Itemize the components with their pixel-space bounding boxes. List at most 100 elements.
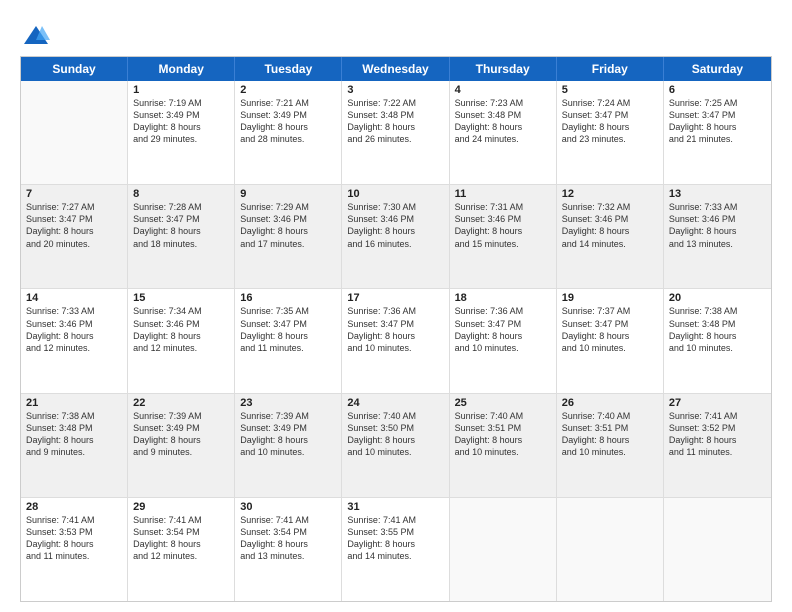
day-info: Sunrise: 7:33 AM Sunset: 3:46 PM Dayligh… (26, 305, 122, 354)
cal-header-monday: Monday (128, 57, 235, 81)
day-number: 24 (347, 397, 443, 409)
cal-week-1: 1Sunrise: 7:19 AM Sunset: 3:49 PM Daylig… (21, 81, 771, 185)
day-info: Sunrise: 7:34 AM Sunset: 3:46 PM Dayligh… (133, 305, 229, 354)
day-number: 23 (240, 397, 336, 409)
cal-cell (664, 498, 771, 601)
day-number: 7 (26, 188, 122, 200)
cal-cell: 31Sunrise: 7:41 AM Sunset: 3:55 PM Dayli… (342, 498, 449, 601)
cal-header-tuesday: Tuesday (235, 57, 342, 81)
day-info: Sunrise: 7:21 AM Sunset: 3:49 PM Dayligh… (240, 97, 336, 146)
day-info: Sunrise: 7:39 AM Sunset: 3:49 PM Dayligh… (133, 410, 229, 459)
day-number: 16 (240, 292, 336, 304)
day-info: Sunrise: 7:41 AM Sunset: 3:53 PM Dayligh… (26, 514, 122, 563)
day-info: Sunrise: 7:41 AM Sunset: 3:55 PM Dayligh… (347, 514, 443, 563)
cal-week-4: 21Sunrise: 7:38 AM Sunset: 3:48 PM Dayli… (21, 394, 771, 498)
day-info: Sunrise: 7:29 AM Sunset: 3:46 PM Dayligh… (240, 201, 336, 250)
cal-cell: 20Sunrise: 7:38 AM Sunset: 3:48 PM Dayli… (664, 289, 771, 392)
day-number: 25 (455, 397, 551, 409)
calendar-body: 1Sunrise: 7:19 AM Sunset: 3:49 PM Daylig… (21, 81, 771, 601)
day-info: Sunrise: 7:41 AM Sunset: 3:52 PM Dayligh… (669, 410, 766, 459)
day-number: 6 (669, 84, 766, 96)
cal-header-friday: Friday (557, 57, 664, 81)
cal-cell: 2Sunrise: 7:21 AM Sunset: 3:49 PM Daylig… (235, 81, 342, 184)
day-number: 18 (455, 292, 551, 304)
day-number: 20 (669, 292, 766, 304)
cal-week-5: 28Sunrise: 7:41 AM Sunset: 3:53 PM Dayli… (21, 498, 771, 601)
day-info: Sunrise: 7:38 AM Sunset: 3:48 PM Dayligh… (669, 305, 766, 354)
day-info: Sunrise: 7:30 AM Sunset: 3:46 PM Dayligh… (347, 201, 443, 250)
cal-cell: 8Sunrise: 7:28 AM Sunset: 3:47 PM Daylig… (128, 185, 235, 288)
day-number: 3 (347, 84, 443, 96)
cal-cell: 1Sunrise: 7:19 AM Sunset: 3:49 PM Daylig… (128, 81, 235, 184)
cal-header-sunday: Sunday (21, 57, 128, 81)
day-number: 21 (26, 397, 122, 409)
day-number: 10 (347, 188, 443, 200)
cal-cell: 15Sunrise: 7:34 AM Sunset: 3:46 PM Dayli… (128, 289, 235, 392)
logo (20, 22, 50, 50)
day-info: Sunrise: 7:25 AM Sunset: 3:47 PM Dayligh… (669, 97, 766, 146)
page: SundayMondayTuesdayWednesdayThursdayFrid… (0, 0, 792, 612)
day-number: 4 (455, 84, 551, 96)
header (20, 18, 772, 50)
logo-icon (22, 22, 50, 50)
day-info: Sunrise: 7:24 AM Sunset: 3:47 PM Dayligh… (562, 97, 658, 146)
cal-cell: 25Sunrise: 7:40 AM Sunset: 3:51 PM Dayli… (450, 394, 557, 497)
day-info: Sunrise: 7:32 AM Sunset: 3:46 PM Dayligh… (562, 201, 658, 250)
cal-cell: 10Sunrise: 7:30 AM Sunset: 3:46 PM Dayli… (342, 185, 449, 288)
day-number: 14 (26, 292, 122, 304)
calendar-header-row: SundayMondayTuesdayWednesdayThursdayFrid… (21, 57, 771, 81)
cal-cell: 17Sunrise: 7:36 AM Sunset: 3:47 PM Dayli… (342, 289, 449, 392)
day-number: 2 (240, 84, 336, 96)
day-info: Sunrise: 7:40 AM Sunset: 3:51 PM Dayligh… (455, 410, 551, 459)
cal-cell: 5Sunrise: 7:24 AM Sunset: 3:47 PM Daylig… (557, 81, 664, 184)
day-number: 19 (562, 292, 658, 304)
day-info: Sunrise: 7:27 AM Sunset: 3:47 PM Dayligh… (26, 201, 122, 250)
day-number: 29 (133, 501, 229, 513)
cal-cell: 16Sunrise: 7:35 AM Sunset: 3:47 PM Dayli… (235, 289, 342, 392)
cal-cell: 22Sunrise: 7:39 AM Sunset: 3:49 PM Dayli… (128, 394, 235, 497)
day-number: 26 (562, 397, 658, 409)
cal-cell: 14Sunrise: 7:33 AM Sunset: 3:46 PM Dayli… (21, 289, 128, 392)
day-number: 15 (133, 292, 229, 304)
cal-header-saturday: Saturday (664, 57, 771, 81)
cal-cell: 3Sunrise: 7:22 AM Sunset: 3:48 PM Daylig… (342, 81, 449, 184)
day-info: Sunrise: 7:33 AM Sunset: 3:46 PM Dayligh… (669, 201, 766, 250)
day-info: Sunrise: 7:22 AM Sunset: 3:48 PM Dayligh… (347, 97, 443, 146)
cal-week-3: 14Sunrise: 7:33 AM Sunset: 3:46 PM Dayli… (21, 289, 771, 393)
cal-cell: 29Sunrise: 7:41 AM Sunset: 3:54 PM Dayli… (128, 498, 235, 601)
day-info: Sunrise: 7:41 AM Sunset: 3:54 PM Dayligh… (240, 514, 336, 563)
day-number: 13 (669, 188, 766, 200)
cal-cell: 12Sunrise: 7:32 AM Sunset: 3:46 PM Dayli… (557, 185, 664, 288)
day-number: 11 (455, 188, 551, 200)
cal-cell: 13Sunrise: 7:33 AM Sunset: 3:46 PM Dayli… (664, 185, 771, 288)
day-info: Sunrise: 7:41 AM Sunset: 3:54 PM Dayligh… (133, 514, 229, 563)
cal-header-wednesday: Wednesday (342, 57, 449, 81)
cal-cell: 9Sunrise: 7:29 AM Sunset: 3:46 PM Daylig… (235, 185, 342, 288)
cal-cell: 11Sunrise: 7:31 AM Sunset: 3:46 PM Dayli… (450, 185, 557, 288)
cal-header-thursday: Thursday (450, 57, 557, 81)
day-info: Sunrise: 7:40 AM Sunset: 3:50 PM Dayligh… (347, 410, 443, 459)
day-number: 5 (562, 84, 658, 96)
day-info: Sunrise: 7:23 AM Sunset: 3:48 PM Dayligh… (455, 97, 551, 146)
cal-cell: 27Sunrise: 7:41 AM Sunset: 3:52 PM Dayli… (664, 394, 771, 497)
day-info: Sunrise: 7:39 AM Sunset: 3:49 PM Dayligh… (240, 410, 336, 459)
day-info: Sunrise: 7:19 AM Sunset: 3:49 PM Dayligh… (133, 97, 229, 146)
day-number: 12 (562, 188, 658, 200)
day-number: 1 (133, 84, 229, 96)
day-number: 9 (240, 188, 336, 200)
cal-cell: 4Sunrise: 7:23 AM Sunset: 3:48 PM Daylig… (450, 81, 557, 184)
cal-cell: 30Sunrise: 7:41 AM Sunset: 3:54 PM Dayli… (235, 498, 342, 601)
day-info: Sunrise: 7:31 AM Sunset: 3:46 PM Dayligh… (455, 201, 551, 250)
cal-cell: 24Sunrise: 7:40 AM Sunset: 3:50 PM Dayli… (342, 394, 449, 497)
cal-cell: 18Sunrise: 7:36 AM Sunset: 3:47 PM Dayli… (450, 289, 557, 392)
day-number: 8 (133, 188, 229, 200)
cal-cell: 7Sunrise: 7:27 AM Sunset: 3:47 PM Daylig… (21, 185, 128, 288)
cal-cell: 19Sunrise: 7:37 AM Sunset: 3:47 PM Dayli… (557, 289, 664, 392)
calendar: SundayMondayTuesdayWednesdayThursdayFrid… (20, 56, 772, 602)
cal-cell (450, 498, 557, 601)
day-info: Sunrise: 7:36 AM Sunset: 3:47 PM Dayligh… (347, 305, 443, 354)
day-info: Sunrise: 7:36 AM Sunset: 3:47 PM Dayligh… (455, 305, 551, 354)
day-number: 30 (240, 501, 336, 513)
day-info: Sunrise: 7:37 AM Sunset: 3:47 PM Dayligh… (562, 305, 658, 354)
cal-week-2: 7Sunrise: 7:27 AM Sunset: 3:47 PM Daylig… (21, 185, 771, 289)
